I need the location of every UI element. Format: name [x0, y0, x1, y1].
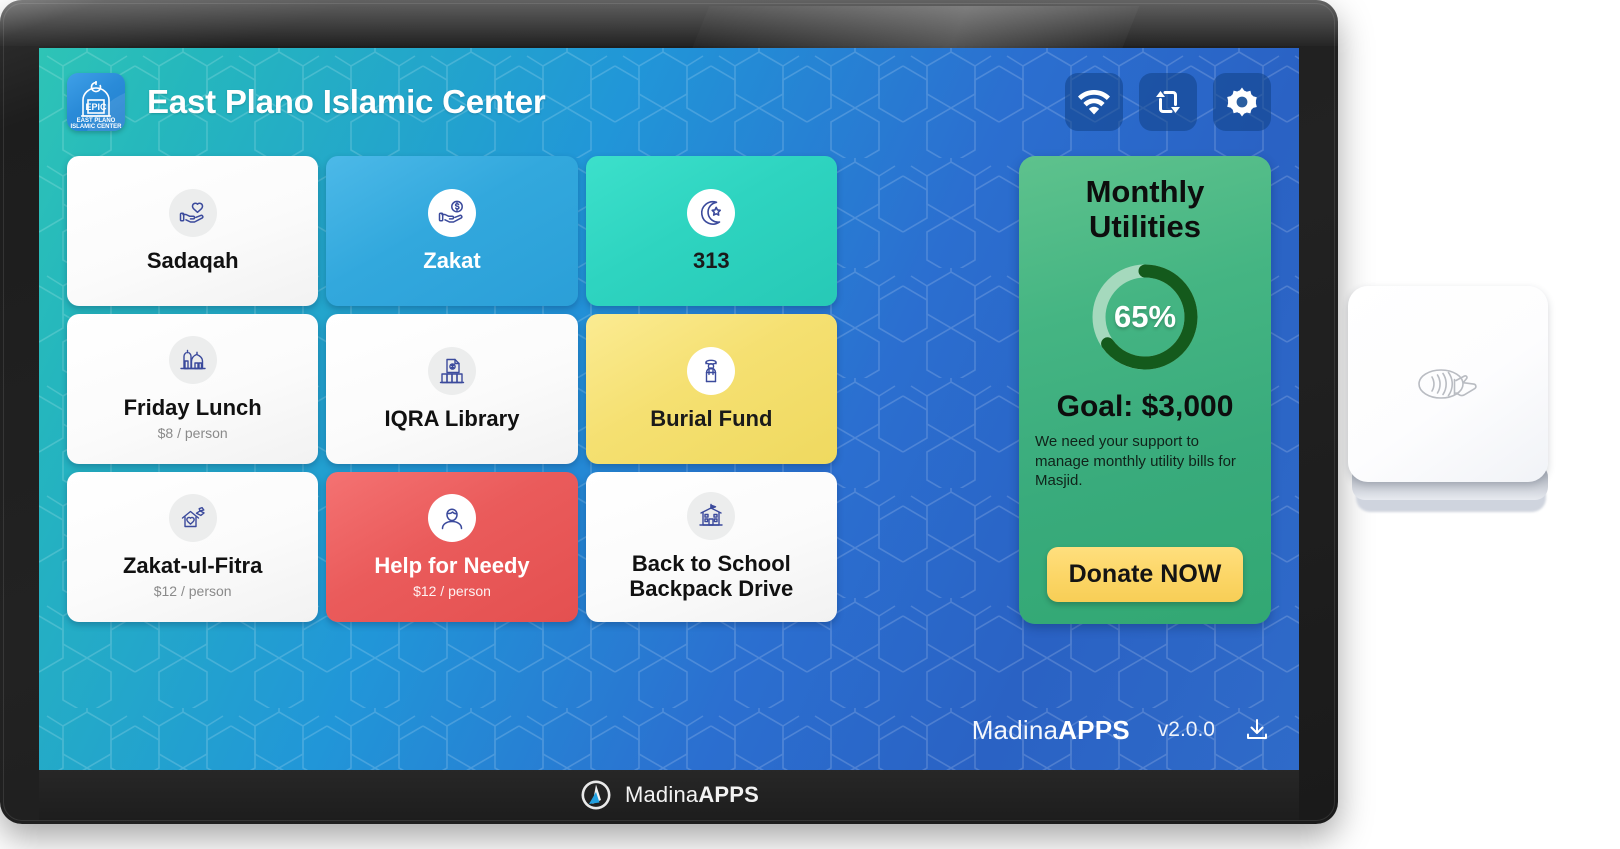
- app-version-label: v2.0.0: [1157, 718, 1215, 741]
- screen-footer: MadinaAPPS v2.0.0: [39, 690, 1299, 770]
- tile-subtitle: $8 / person: [157, 425, 228, 442]
- svg-text:ISLAMIC CENTER: ISLAMIC CENTER: [71, 124, 123, 130]
- tile-313[interactable]: 313: [585, 156, 837, 306]
- goal-panel-title: Monthly Utilities: [1085, 174, 1205, 245]
- tile-subtitle: $12 / person: [153, 583, 232, 600]
- kiosk-device: EPIC EAST PLANO ISLAMIC CENTER East Plan…: [0, 0, 1338, 824]
- gear-icon: [1227, 87, 1257, 117]
- school-building-icon: [687, 492, 736, 541]
- tile-title: IQRA Library: [384, 405, 520, 431]
- sync-icon: [1156, 91, 1180, 113]
- donation-tile-grid: Sadaqah Zakat 313 Friday Lunch $8 / pers…: [67, 156, 837, 716]
- donate-now-button[interactable]: Donate NOW: [1046, 547, 1244, 602]
- download-button[interactable]: [1243, 716, 1271, 744]
- progress-donut-chart: 65%: [1086, 258, 1204, 376]
- brand-block: EPIC EAST PLANO ISLAMIC CENTER East Plan…: [67, 73, 546, 131]
- tile-title: Zakat-ul-Fitra: [122, 553, 263, 579]
- contactless-payment-icon: [1418, 369, 1477, 399]
- header-actions: [1065, 73, 1271, 131]
- contactless-card-reader: [1348, 286, 1553, 518]
- main-content: Sadaqah Zakat 313 Friday Lunch $8 / pers…: [39, 156, 1299, 716]
- reader-surface[interactable]: [1348, 286, 1548, 482]
- kiosk-screen: EPIC EAST PLANO ISLAMIC CENTER East Plan…: [39, 48, 1299, 770]
- mosque-icon: [168, 336, 217, 385]
- tile-iqra-library[interactable]: IQRA Library: [326, 314, 578, 464]
- footer-brand-bold: APPS: [1058, 714, 1130, 745]
- tile-subtitle: $12 / person: [413, 583, 491, 600]
- bezel-brand-text: MadinaAPPS: [625, 782, 759, 808]
- footer-brand: MadinaAPPS: [972, 715, 1130, 746]
- settings-button[interactable]: [1213, 73, 1271, 131]
- progress-percent-label: 65%: [1113, 299, 1177, 335]
- bezel-bottom: MadinaAPPS: [39, 770, 1299, 820]
- tile-burial-fund[interactable]: Burial Fund: [585, 314, 837, 464]
- crescent-star-icon: [687, 188, 736, 237]
- tile-zakat-ul-fitra[interactable]: Zakat-ul-Fitra $12 / person: [67, 472, 319, 622]
- book-library-icon: [427, 346, 476, 395]
- hand-coin-icon: [427, 188, 476, 237]
- tile-title: Burial Fund: [650, 405, 773, 431]
- tile-title: Friday Lunch: [123, 395, 262, 421]
- epic-mosque-logo: EPIC EAST PLANO ISLAMIC CENTER: [67, 73, 125, 131]
- tile-title: 313: [692, 247, 730, 273]
- tile-help-for-needy[interactable]: Help for Needy $12 / person: [326, 472, 578, 622]
- bezel-brand-bold: APPS: [698, 782, 760, 807]
- tile-title: Help for Needy: [374, 553, 530, 579]
- download-icon: [1247, 719, 1267, 739]
- page-title: East Plano Islamic Center: [147, 83, 546, 120]
- footer-brand-light: Madina: [971, 714, 1059, 745]
- tile-friday-lunch[interactable]: Friday Lunch $8 / person: [67, 314, 319, 464]
- person-grave-icon: [687, 346, 736, 395]
- app-header: EPIC EAST PLANO ISLAMIC CENTER East Plan…: [39, 48, 1299, 156]
- tile-sadaqah[interactable]: Sadaqah: [67, 156, 319, 306]
- madinaapps-swoosh-logo: [581, 780, 611, 810]
- hand-heart-icon: [168, 188, 217, 237]
- tile-title: Zakat: [423, 247, 481, 273]
- tile-zakat[interactable]: Zakat: [326, 156, 578, 306]
- tile-title: Back to School Backpack Drive: [629, 551, 794, 601]
- person-help-icon: [427, 494, 476, 543]
- svg-text:EPIC: EPIC: [85, 102, 107, 112]
- bezel-brand-light: Madina: [624, 782, 699, 807]
- charity-house-icon: [168, 494, 217, 543]
- tile-title: Sadaqah: [146, 247, 239, 273]
- wifi-icon: [1078, 90, 1110, 115]
- goal-amount-label: Goal: $3,000: [1056, 390, 1234, 424]
- wifi-button[interactable]: [1065, 73, 1123, 131]
- sync-button[interactable]: [1139, 73, 1197, 131]
- bezel-diagonal-glare: [690, 6, 1140, 52]
- goal-description: We need your support to manage monthly u…: [1035, 433, 1236, 490]
- monthly-utilities-panel: Monthly Utilities 65% Goal: $3,000 We ne…: [1019, 156, 1271, 624]
- tile-back-to-school[interactable]: Back to School Backpack Drive: [585, 472, 837, 622]
- bezel-top-highlight: [0, 0, 1338, 46]
